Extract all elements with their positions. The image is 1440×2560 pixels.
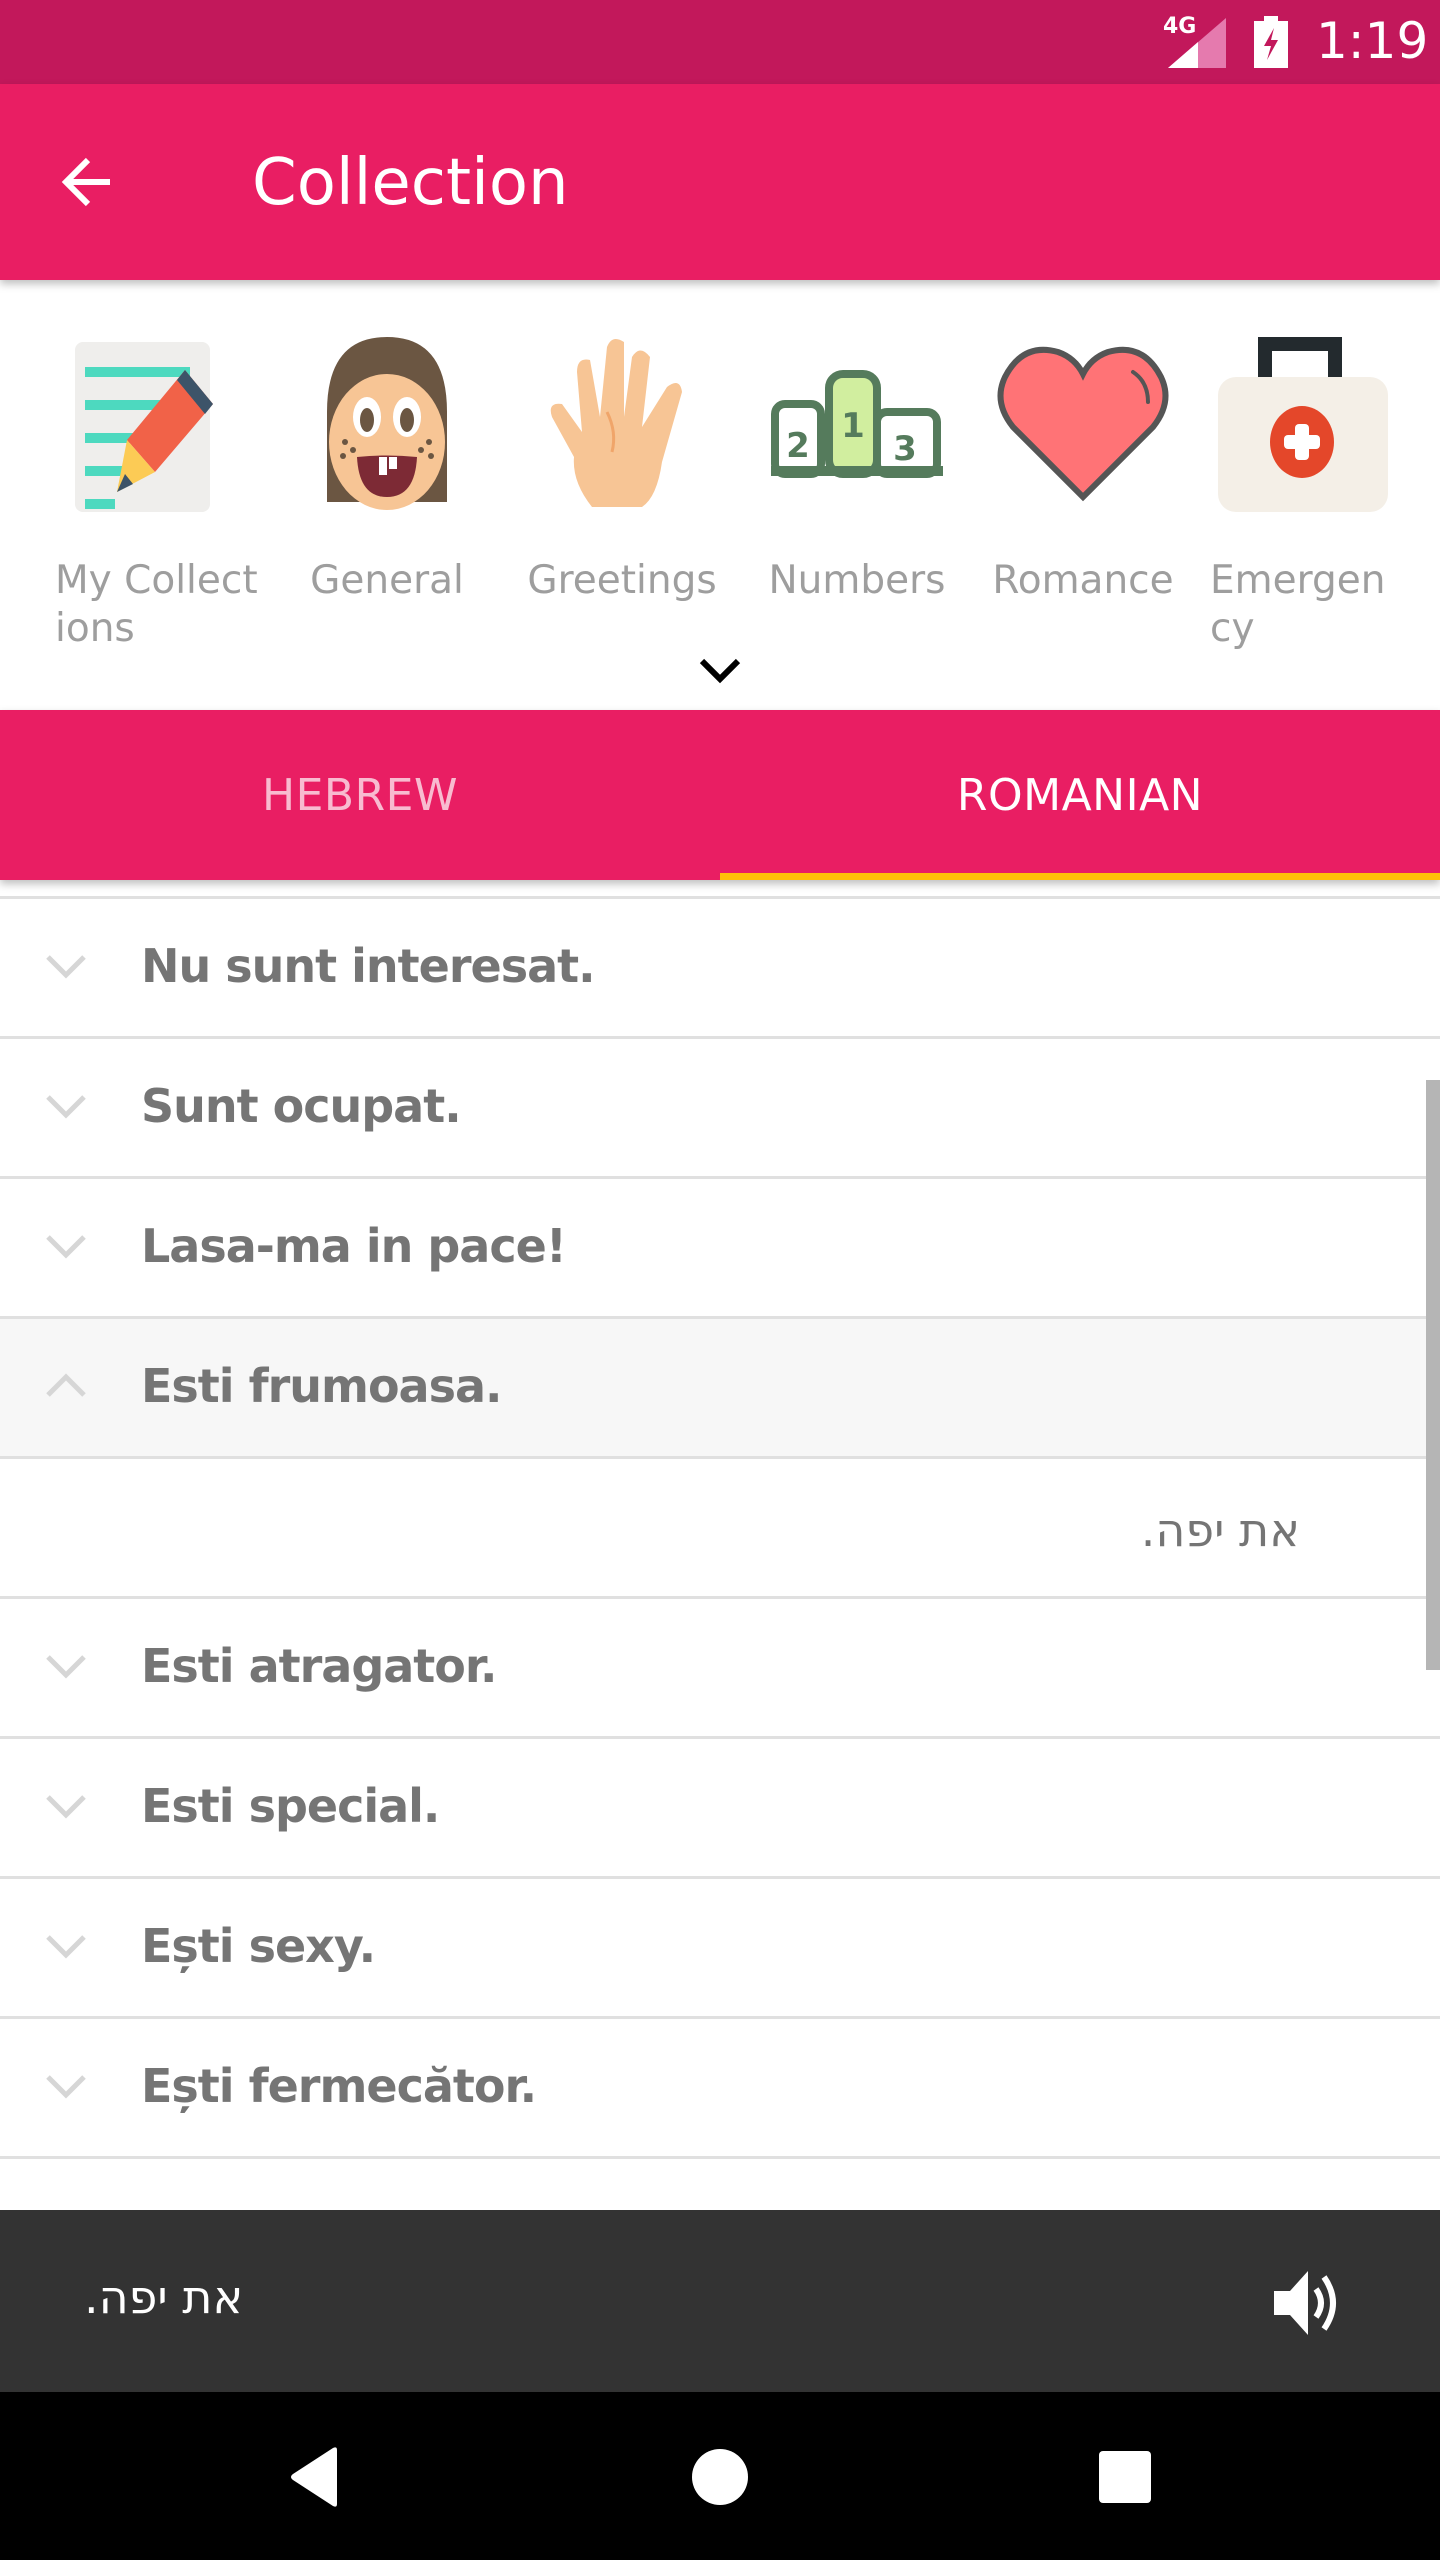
svg-text:1: 1: [841, 406, 865, 446]
chevron-down-icon: [46, 1655, 86, 1679]
clock: 1:19: [1316, 12, 1429, 70]
category-romance[interactable]: Romance: [978, 332, 1188, 632]
phrase-row[interactable]: Esti atragator.: [0, 1599, 1440, 1739]
category-greetings[interactable]: Greetings: [517, 332, 727, 632]
nav-recents-button[interactable]: [1085, 2442, 1165, 2512]
chevron-down-icon: [46, 1935, 86, 1959]
volume-up-icon[interactable]: [1270, 2265, 1350, 2341]
list-scrollbar[interactable]: [1426, 1080, 1440, 1670]
svg-text:3: 3: [893, 429, 917, 469]
notepad-pencil-icon: [75, 342, 213, 512]
category-label: My Collect ions: [55, 558, 258, 651]
translation-panel: את יפה.: [0, 1459, 1440, 1599]
phrase-text: Ești fermecător.: [141, 2059, 537, 2113]
back-button[interactable]: [40, 134, 136, 230]
phrase-text: Ești sexy.: [141, 1919, 376, 1973]
page-title: Collection: [252, 146, 569, 220]
chevron-down-icon: [46, 955, 86, 979]
phrase-text: Nu sunt interesat.: [141, 939, 596, 993]
phrase-row[interactable]: Lasa-ma in pace!: [0, 1179, 1440, 1319]
waving-hand-icon: [550, 338, 682, 507]
translation-text: את יפה.: [1140, 1503, 1300, 1557]
phrase-row-expanded[interactable]: Esti frumoasa.: [0, 1319, 1440, 1459]
category-numbers[interactable]: 2 1 3 Numbers: [752, 332, 962, 632]
app-bar: Collection: [0, 84, 1440, 280]
nav-back-button[interactable]: [275, 2442, 355, 2512]
chevron-up-icon: [46, 1373, 86, 1397]
category-label: Numbers: [768, 558, 946, 603]
chevron-down-icon: [46, 1795, 86, 1819]
category-general[interactable]: General: [282, 332, 492, 632]
podium-123-icon: 2 1 3: [771, 370, 943, 478]
chevron-down-icon: [46, 1235, 86, 1259]
smiling-face-icon: [327, 337, 447, 510]
category-label: General: [310, 558, 464, 603]
phrase-text: Esti special.: [141, 1779, 440, 1833]
phrase-row[interactable]: Nu sunt interesat.: [0, 899, 1440, 1039]
active-tab-indicator: [720, 873, 1440, 880]
player-phrase-text: את יפה.: [84, 2270, 244, 2324]
phrase-row[interactable]: Ești sexy.: [0, 1879, 1440, 2019]
chevron-down-icon: [699, 658, 741, 684]
language-tabs: HEBREW ROMANIAN: [0, 710, 1440, 880]
heart-icon: [997, 346, 1169, 502]
phrase-row[interactable]: Esti special.: [0, 1739, 1440, 1879]
nav-home-icon: [692, 2449, 748, 2505]
category-label: Emergen cy: [1210, 558, 1386, 651]
arrow-back-icon: [61, 157, 110, 207]
phrase-row[interactable]: Ești fermecător.: [0, 2019, 1440, 2159]
tab-romanian[interactable]: ROMANIAN: [720, 710, 1440, 880]
phrase-row[interactable]: Sunt ocupat.: [0, 1039, 1440, 1179]
category-my-collections[interactable]: My Collect ions: [50, 332, 260, 651]
nav-home-button[interactable]: [680, 2442, 760, 2512]
phrase-text: Sunt ocupat.: [141, 1079, 462, 1133]
expand-categories-button[interactable]: [690, 640, 750, 700]
category-label: Romance: [992, 558, 1174, 603]
cell-signal-icon: [1168, 18, 1226, 68]
chevron-down-icon: [46, 1095, 86, 1119]
tab-hebrew[interactable]: HEBREW: [0, 710, 720, 880]
battery-charging-icon: [1254, 16, 1288, 68]
category-label: Greetings: [527, 558, 717, 603]
category-emergency[interactable]: Emergen cy: [1205, 332, 1415, 651]
phrase-list: Nu sunt interesat. Sunt ocupat. Lasa-ma …: [0, 880, 1440, 2210]
nav-recents-icon: [1099, 2451, 1151, 2503]
first-aid-kit-icon: [1218, 337, 1388, 512]
svg-text:2: 2: [786, 426, 810, 466]
phrase-text: Esti atragator.: [141, 1639, 497, 1693]
phrase-text: Esti frumoasa.: [141, 1359, 502, 1413]
audio-player-bar: את יפה.: [0, 2210, 1440, 2392]
chevron-down-icon: [46, 2075, 86, 2099]
system-nav-bar: [0, 2392, 1440, 2560]
nav-back-icon: [291, 2447, 337, 2507]
status-bar: 4G 1:19: [0, 0, 1440, 84]
category-strip: My Collect ions General Greetings 2 1 3 …: [0, 280, 1440, 710]
phrase-text: Lasa-ma in pace!: [141, 1219, 567, 1273]
